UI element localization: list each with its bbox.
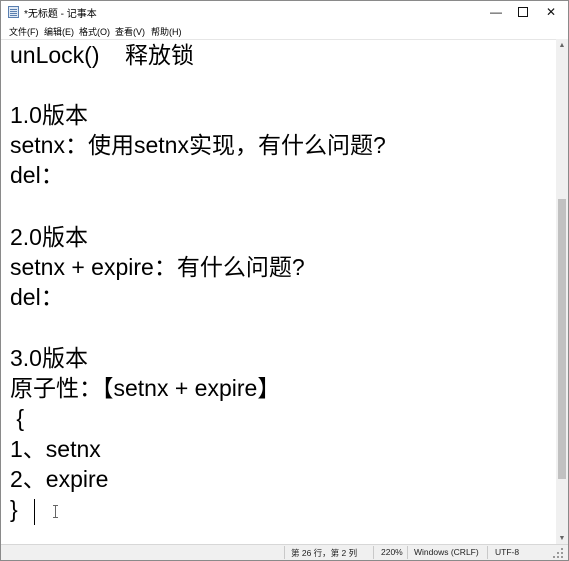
menu-bar: 文件(F) 编辑(E) 格式(O) 查看(V) 帮助(H) [1,23,568,39]
editor-line: { [10,405,25,431]
menu-format[interactable]: 格式(O) [79,25,110,38]
editor-line: 原子性：【setnx + expire】 [10,375,281,401]
menu-view[interactable]: 查看(V) [115,25,145,38]
ibeam-cursor-icon [53,505,59,518]
notepad-app-icon[interactable] [8,6,19,18]
editor-line: } [10,496,18,522]
minimize-button[interactable]: — [481,1,511,23]
menu-edit[interactable]: 编辑(E) [44,25,74,38]
status-bar: 第 26 行，第 2 列 220% Windows (CRLF) UTF-8 [1,544,568,560]
close-button[interactable]: ✕ [536,1,566,23]
notepad-window: *无标题 - 记事本 — ✕ 文件(F) 编辑(E) 格式(O) 查看(V) 帮… [0,0,569,561]
status-separator [284,546,285,559]
cursor-position: 第 26 行，第 2 列 [291,548,358,558]
zoom-level: 220% [381,547,403,557]
scrollbar-thumb[interactable] [558,199,566,479]
editor-line: 3.0版本 [10,345,88,371]
status-separator [487,546,488,559]
maximize-icon [518,7,528,17]
close-icon: ✕ [545,5,557,19]
minimize-icon: — [490,5,502,19]
vertical-scrollbar[interactable]: ▲ ▼ [556,39,568,544]
editor-line: setnx：使用setnx实现，有什么问题? [10,132,386,158]
editor-line: unLock() 释放锁 [10,42,195,68]
window-title: *无标题 - 记事本 [24,9,97,20]
scroll-down-button[interactable]: ▼ [556,532,568,544]
text-editor-area[interactable]: unLock() 释放锁 1.0版本 setnx：使用setnx实现，有什么问题… [1,39,556,545]
menu-help[interactable]: 帮助(H) [151,25,182,38]
editor-line: 2、expire [10,466,109,492]
resize-grip-icon[interactable] [553,548,563,558]
editor-line: del： [10,284,64,310]
title-bar[interactable]: *无标题 - 记事本 — ✕ [1,1,568,23]
editor-line: 1、setnx [10,436,101,462]
chevron-up-icon: ▲ [558,41,566,49]
status-separator [373,546,374,559]
editor-line: del： [10,162,64,188]
text-caret [34,499,35,525]
status-separator [407,546,408,559]
editor-line: 2.0版本 [10,224,88,250]
chevron-down-icon: ▼ [558,534,566,542]
scroll-up-button[interactable]: ▲ [556,39,568,51]
menu-file[interactable]: 文件(F) [9,25,39,38]
editor-line: setnx + expire：有什么问题? [10,254,305,280]
encoding: UTF-8 [495,547,520,557]
line-ending: Windows (CRLF) [414,547,479,557]
maximize-button[interactable] [508,1,538,23]
editor-line: 1.0版本 [10,102,88,128]
